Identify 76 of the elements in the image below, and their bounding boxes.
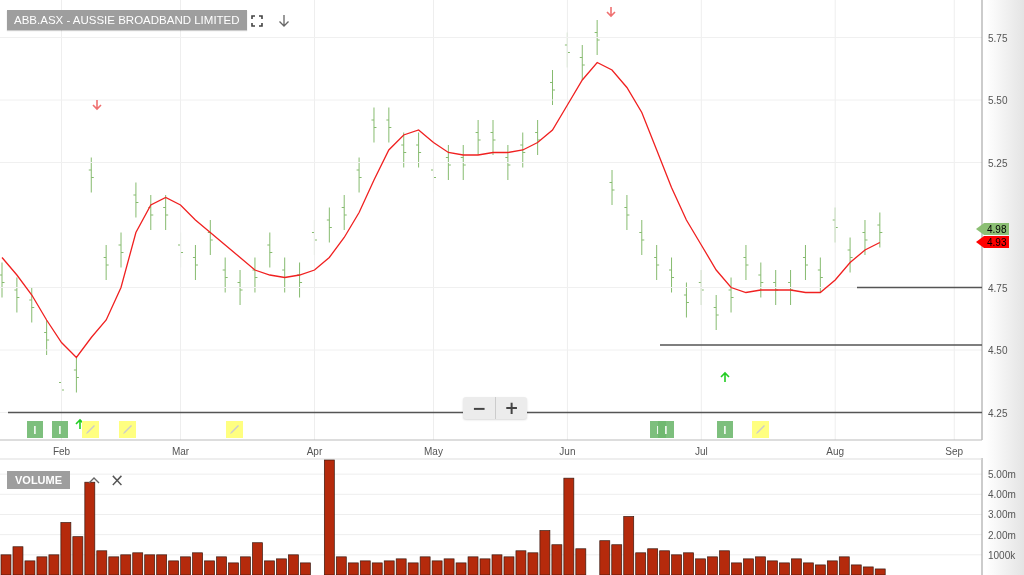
volume-bar [383, 560, 395, 575]
volume-bar [707, 556, 718, 575]
down-arrow-icon[interactable] [278, 14, 290, 28]
axis-label: Jun [559, 446, 576, 457]
pencil-note-icon[interactable] [226, 421, 243, 438]
volume-bar [599, 540, 611, 575]
volume-bar [108, 556, 120, 575]
zoom-out-button[interactable]: − [463, 397, 495, 419]
volume-bar [395, 558, 407, 575]
close-button[interactable]: × [110, 471, 125, 489]
down-arrow-icon [92, 99, 102, 111]
fullscreen-icon[interactable] [251, 15, 263, 27]
axis-label: Apr [306, 446, 323, 457]
axis-label: 1000k [988, 549, 1016, 561]
pencil-note-icon[interactable] [752, 421, 769, 438]
axis-label: 4.00m [988, 489, 1016, 501]
volume-bar [659, 550, 670, 575]
volume-bar [791, 558, 802, 575]
pencil-note-icon[interactable] [119, 421, 136, 438]
volume-bar [491, 554, 503, 575]
axis-label: 3.00m [988, 509, 1016, 521]
axis-label: Jul [694, 446, 708, 457]
volume-bar [359, 560, 371, 575]
down-arrow-icon [606, 6, 616, 18]
price-tag: 4.98 [976, 223, 1009, 235]
axis-label: 4.25 [988, 407, 1008, 419]
volume-bar [120, 554, 132, 575]
volume-bar [815, 564, 826, 575]
volume-bar [276, 558, 287, 575]
volume-bar [755, 556, 766, 575]
volume-bar [443, 558, 455, 575]
up-arrow-icon [720, 371, 730, 383]
volume-bar [371, 562, 383, 575]
volume-bar [156, 554, 167, 575]
axis-label: 2.00m [988, 529, 1016, 541]
up-arrow-icon [75, 418, 85, 430]
volume-bar [479, 558, 491, 575]
volume-bar [503, 556, 515, 575]
axis-label: 5.25 [988, 157, 1008, 169]
volume-bar [515, 550, 527, 575]
volume-bar [132, 552, 144, 575]
volume-bar [695, 558, 706, 575]
volume-bar [180, 556, 191, 575]
volume-bar [779, 562, 790, 575]
volume-bar [767, 560, 778, 575]
volume-bar [826, 560, 838, 575]
axis-label: 5.00m [988, 469, 1016, 481]
volume-bar [743, 558, 754, 575]
volume-bar [431, 560, 443, 575]
volume-bar [803, 562, 814, 575]
axis-label: 4.75 [988, 282, 1008, 294]
volume-bar [0, 554, 12, 575]
info-marker[interactable]: I [52, 421, 68, 438]
zoom-in-button[interactable]: + [495, 397, 527, 419]
volume-label[interactable]: VOLUME [7, 471, 71, 489]
axis-label: Feb [52, 446, 71, 457]
chart-title[interactable]: ABB.ASX - AUSSIE BROADBAND LIMITED [7, 10, 247, 30]
volume-bar [683, 552, 694, 575]
axis-label: Aug [826, 446, 845, 457]
volume-bar [671, 554, 682, 575]
info-marker[interactable]: I [27, 421, 43, 438]
axis-label: 4.50 [988, 345, 1008, 356]
volume-bar [168, 560, 179, 575]
axis-label: Sep [945, 446, 964, 457]
caret-up-icon[interactable] [88, 476, 100, 484]
axis-label: 5.50 [988, 95, 1008, 106]
axis-label: 5.75 [988, 32, 1008, 44]
axis-label: May [424, 446, 443, 457]
price-tag: 4.93 [976, 236, 1009, 248]
volume-bar [36, 556, 48, 575]
volume-bar [647, 548, 658, 575]
pencil-note-icon[interactable] [82, 421, 99, 438]
info-marker[interactable]: I [717, 421, 733, 438]
volume-bar [862, 566, 874, 575]
volume-bar [144, 554, 156, 575]
axis-label: Mar [171, 446, 190, 457]
